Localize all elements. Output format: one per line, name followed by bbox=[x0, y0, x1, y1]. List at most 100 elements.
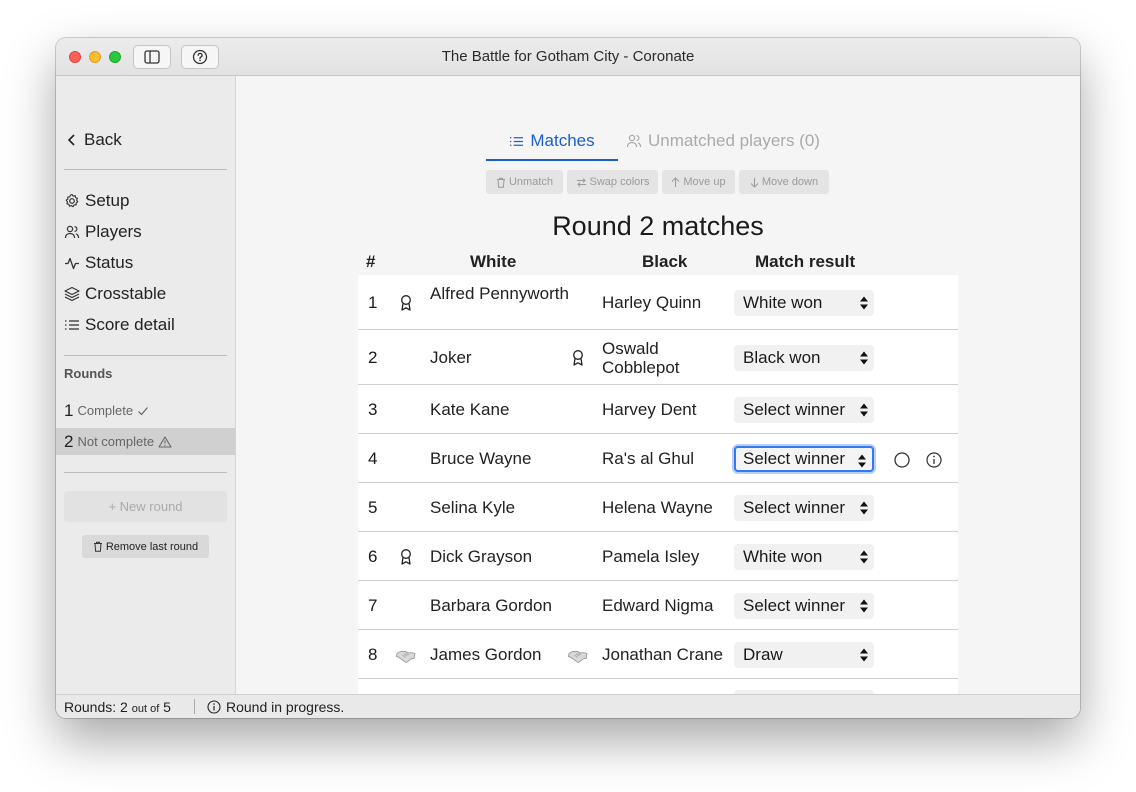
new-round-button[interactable]: + New round bbox=[64, 491, 227, 522]
match-result-value: Select winner bbox=[743, 448, 846, 468]
updown-arrows-icon bbox=[860, 351, 868, 364]
round-title: Round 2 matches bbox=[552, 211, 764, 241]
app-window: The Battle for Gotham City - Coronate Ba… bbox=[56, 38, 1080, 718]
black-player-name: Oswald Cobblepot bbox=[602, 338, 680, 377]
gear-icon bbox=[65, 193, 79, 208]
black-player-name: Harley Quinn bbox=[602, 292, 702, 312]
match-result-select[interactable]: White won bbox=[734, 289, 874, 316]
table-row[interactable]: 5 Selina Kyle Helena Wayne Select winner bbox=[358, 483, 958, 532]
sidebar-item-label: Score detail bbox=[85, 315, 175, 334]
white-player-name: Barbara Gordon bbox=[430, 595, 552, 615]
black-player-name: Pamela Isley bbox=[602, 546, 700, 566]
award-icon bbox=[401, 294, 411, 311]
tab-unmatched-label: Unmatched players (0) bbox=[648, 131, 820, 150]
tab-unmatched-players[interactable]: Unmatched players (0) bbox=[626, 131, 820, 161]
sidebar-divider bbox=[64, 355, 227, 356]
match-result-select[interactable]: Select winner bbox=[734, 494, 874, 521]
back-button[interactable]: Back bbox=[66, 130, 122, 150]
round-number: 2 bbox=[64, 431, 74, 451]
match-number: 6 bbox=[368, 546, 378, 566]
match-result-value: Select winner bbox=[743, 399, 846, 419]
main-content: Matches Unmatched players (0) Unmatch Sw… bbox=[236, 76, 1080, 718]
remove-last-round-label: Remove last round bbox=[105, 540, 199, 553]
match-result-select[interactable]: Select winner bbox=[734, 396, 874, 423]
unmatch-label: Unmatch bbox=[508, 176, 554, 188]
swap-colors-label: Swap colors bbox=[589, 176, 650, 188]
tab-matches[interactable]: Matches bbox=[486, 131, 618, 161]
match-result-value: White won bbox=[743, 546, 823, 566]
updown-arrows-icon bbox=[860, 550, 868, 563]
white-player-name: Dick Grayson bbox=[430, 546, 533, 566]
sidebar: Back Setup Players Status Crosstable Sco… bbox=[56, 76, 236, 694]
sidebar-item-players[interactable]: Players bbox=[64, 220, 142, 244]
sidebar-item-label: Players bbox=[85, 222, 142, 241]
sidebar-item-crosstable[interactable]: Crosstable bbox=[64, 282, 166, 306]
white-player-name: Joker bbox=[430, 347, 472, 367]
table-row[interactable]: 4 Bruce Wayne Ra's al Ghul Select winner bbox=[358, 434, 958, 483]
sidebar-item-status[interactable]: Status bbox=[64, 251, 133, 275]
table-row[interactable]: 3 Kate Kane Harvey Dent Select winner bbox=[358, 385, 958, 434]
trash-icon bbox=[496, 177, 505, 188]
round-number: 1 bbox=[64, 400, 74, 420]
move-down-button[interactable]: Move down bbox=[739, 170, 829, 194]
match-number: 3 bbox=[368, 399, 378, 419]
table-row[interactable]: 1 Alfred Pennyworth Harley Quinn White won bbox=[358, 275, 958, 330]
match-number: 7 bbox=[368, 595, 378, 615]
status-separator bbox=[194, 699, 195, 714]
table-row[interactable]: 7 Barbara Gordon Edward Nigma Select winner bbox=[358, 581, 958, 630]
unmatch-button[interactable]: Unmatch bbox=[486, 170, 563, 194]
black-player-name: Jonathan Crane bbox=[602, 644, 723, 664]
info-icon[interactable] bbox=[925, 451, 943, 469]
match-result-select[interactable]: Select winner bbox=[734, 445, 874, 472]
match-result-value: Select winner bbox=[743, 595, 846, 615]
move-up-button[interactable]: Move up bbox=[662, 170, 735, 194]
sidebar-divider bbox=[64, 472, 227, 473]
sidebar-item-label: Status bbox=[85, 253, 134, 272]
sidebar-item-score-detail[interactable]: Score detail bbox=[64, 313, 175, 337]
sidebar-round-1[interactable]: 1 Complete bbox=[56, 397, 235, 424]
award-icon bbox=[401, 548, 411, 565]
move-up-label: Move up bbox=[683, 176, 726, 188]
table-row[interactable]: 8 James Gordon Jonathan Crane Draw bbox=[358, 630, 958, 679]
table-row[interactable]: 6 Dick Grayson Pamela Isley White won bbox=[358, 532, 958, 581]
match-result-select[interactable]: White won bbox=[734, 543, 874, 570]
column-header-match-result: Match result bbox=[755, 252, 856, 271]
match-result-select[interactable]: Draw bbox=[734, 641, 874, 668]
table-row[interactable]: 2 Joker Oswald Cobblepot Black won bbox=[358, 330, 958, 385]
rounds-prefix: Rounds: bbox=[64, 699, 117, 715]
rounds-heading: Rounds bbox=[64, 366, 113, 381]
tab-matches-label: Matches bbox=[530, 131, 595, 150]
sidebar-item-label: Crosstable bbox=[85, 284, 167, 303]
sidebar-item-label: Setup bbox=[85, 191, 130, 210]
updown-arrows-icon bbox=[858, 454, 866, 467]
users-icon bbox=[626, 134, 642, 148]
match-number: 8 bbox=[368, 644, 378, 664]
white-player-name: Bruce Wayne bbox=[430, 448, 532, 468]
match-result-select[interactable]: Select winner bbox=[734, 592, 874, 619]
chevron-left-icon bbox=[67, 134, 75, 146]
back-label: Back bbox=[84, 130, 122, 149]
info-icon bbox=[207, 700, 221, 714]
match-result-select[interactable]: Black won bbox=[734, 344, 874, 371]
white-player-name: Alfred Pennyworth bbox=[430, 283, 569, 303]
sidebar-item-setup[interactable]: Setup bbox=[64, 189, 129, 213]
rounds-count: Rounds: 2 out of 5 bbox=[64, 699, 171, 715]
layers-icon bbox=[64, 286, 80, 302]
match-result-value: Select winner bbox=[743, 497, 846, 517]
swap-colors-button[interactable]: Swap colors bbox=[567, 170, 658, 194]
circle-icon[interactable] bbox=[893, 451, 911, 469]
warning-icon bbox=[158, 435, 172, 448]
status-message: Round in progress. bbox=[207, 699, 344, 715]
rounds-total: 5 bbox=[163, 699, 171, 715]
sidebar-round-2[interactable]: 2 Not complete bbox=[56, 428, 235, 455]
column-header-black: Black bbox=[642, 252, 688, 271]
users-icon bbox=[64, 225, 80, 239]
column-header-number: # bbox=[366, 252, 376, 271]
black-player-name: Helena Wayne bbox=[602, 497, 713, 517]
white-player-name: James Gordon bbox=[430, 644, 542, 664]
move-down-label: Move down bbox=[761, 176, 819, 188]
status-bar: Rounds: 2 out of 5 Round in progress. bbox=[56, 694, 1080, 718]
status-message-text: Round in progress. bbox=[226, 699, 345, 715]
remove-last-round-button[interactable]: Remove last round bbox=[82, 535, 209, 558]
trash-icon bbox=[93, 541, 102, 552]
